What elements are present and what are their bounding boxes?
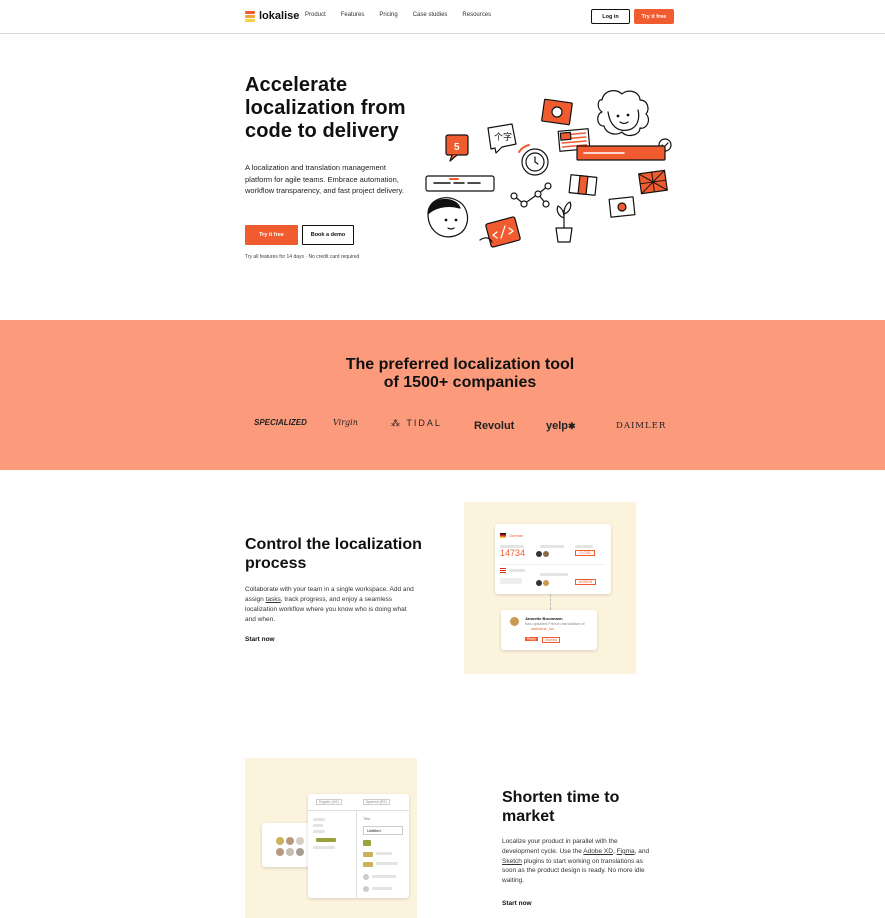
login-button[interactable]: Log in [591, 9, 630, 24]
nav-link-features[interactable]: Features [341, 12, 365, 18]
field-label: Title [363, 816, 371, 821]
status-badge: CLOSE [575, 550, 595, 556]
app-tile-icon [286, 837, 294, 845]
band-title: The preferred localization tool of 1500+… [345, 356, 575, 391]
uk-flag-icon [638, 169, 668, 195]
field-value: Untitled [363, 826, 403, 835]
yelp-burst-icon: ✱ [568, 421, 576, 431]
figma-link[interactable]: Figma [617, 848, 635, 855]
nav-link-case-studies[interactable]: Case studies [413, 12, 448, 18]
clock-icon [518, 144, 549, 176]
speech-bubble-icon: 5 [445, 134, 469, 162]
lokalise-logo-icon [245, 10, 255, 22]
try-free-nav-button[interactable]: Try it free [634, 9, 674, 24]
top-navigation: lokalise Product Features Pricing Case s… [0, 0, 885, 34]
app-tile-icon [286, 848, 294, 856]
code-card-icon [479, 216, 521, 248]
try-free-button[interactable]: Try it free [245, 225, 298, 245]
project-dashboard-illustration: German 14734 CLOSE ASSIGN Jannette Brunm… [464, 502, 636, 674]
connector-line [550, 594, 551, 610]
svg-text:5: 5 [454, 142, 460, 153]
avatar [510, 617, 519, 626]
design-plugin-illustration: English (US) Spanish (ES) Title Untitled [245, 758, 417, 918]
avatar [543, 551, 549, 557]
app-tile-icon [276, 837, 284, 845]
japan-flag-icon [608, 196, 636, 218]
person-avatar-icon [597, 90, 650, 137]
brand-specialized: SPECIALIZED [254, 418, 307, 427]
notification-card: Jannette Brunmann has updated French tra… [501, 610, 597, 650]
hero-illustration: 5 个字 [425, 90, 672, 248]
nav-link-pricing[interactable]: Pricing [379, 12, 397, 18]
logo[interactable]: lokalise [245, 10, 299, 22]
nav-link-product[interactable]: Product [305, 12, 326, 18]
flag-card-icon [541, 98, 573, 126]
translation-bubble-icon: 个字 [487, 123, 517, 154]
nav-links: Product Features Pricing Case studies Re… [305, 12, 506, 18]
start-now-link[interactable]: Start now [245, 636, 275, 643]
feature-control-text: Collaborate with your team in a single w… [245, 586, 414, 623]
app-tile-icon [296, 837, 304, 845]
avatar [536, 551, 542, 557]
social-proof-band [0, 320, 885, 470]
sketch-link[interactable]: Sketch [502, 858, 522, 865]
tidal-logo-icon: ⁂ [391, 418, 407, 428]
germany-flag-icon [500, 533, 506, 538]
brand-yelp: yelp✱ [546, 420, 576, 432]
person-avatar-icon-2 [427, 197, 469, 238]
brand-tidal: ⁂ TIDAL [391, 418, 442, 428]
nav-link-resources[interactable]: Resources [462, 12, 491, 18]
avatar [543, 580, 549, 586]
language-select-a: English (US) [316, 799, 342, 805]
svg-text:个字: 个字 [494, 131, 512, 143]
tasks-link[interactable]: tasks [266, 596, 281, 603]
network-graph-icon [510, 182, 552, 208]
app-tile-icon [296, 848, 304, 856]
start-now-link-2[interactable]: Start now [502, 900, 532, 907]
brand-revolut: Revolut [474, 420, 515, 432]
project-card: German 14734 CLOSE ASSIGN [495, 524, 611, 594]
flag-icon [500, 568, 506, 573]
brand-daimler: DAIMLER [616, 421, 667, 431]
word-count: 14734 [500, 548, 526, 558]
status-badge: ASSIGN [575, 579, 597, 585]
italy-flag-icon [568, 174, 598, 196]
language-select-b: Spanish (ES) [363, 799, 390, 805]
plugin-panel: English (US) Spanish (ES) Title Untitled [308, 794, 409, 898]
brand-virgin: Virgin [333, 418, 358, 427]
feature-time-text: Localize your product in parallel with t… [502, 838, 650, 885]
feature-control-title: Control the localization process [245, 536, 422, 572]
app-tile-icon [276, 848, 284, 856]
avatar [536, 580, 542, 586]
plant-icon [555, 201, 573, 243]
dismiss-button: Dismiss [542, 637, 561, 643]
trial-note: Try all features for 14 days · No credit… [245, 254, 360, 260]
feature-time-title: Shorten time to market [502, 789, 620, 825]
hero-subtitle: A localization and translation managemen… [245, 163, 404, 195]
reply-button: Reply [525, 637, 538, 641]
design-canvas-card [262, 823, 314, 867]
hero-title: Accelerate localization from code to del… [245, 74, 406, 142]
logo-text: lokalise [259, 10, 300, 22]
adobe-xd-link[interactable]: Adobe XD [583, 848, 613, 855]
book-demo-button[interactable]: Book a demo [302, 225, 354, 245]
